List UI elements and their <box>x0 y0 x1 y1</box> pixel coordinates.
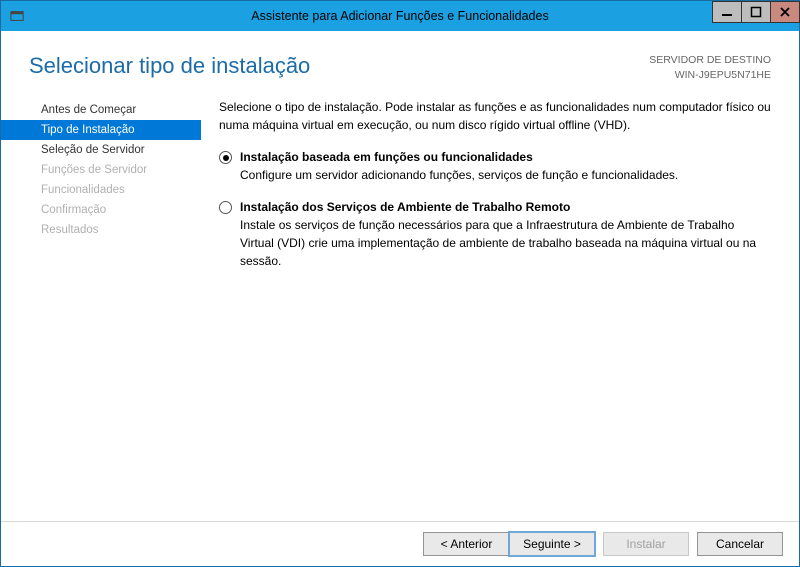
sidebar-item-confirmation: Confirmação <box>1 200 201 220</box>
next-button[interactable]: Seguinte > <box>509 532 595 556</box>
nav-button-group: < Anterior Seguinte > <box>423 532 595 556</box>
radio-role-based[interactable] <box>219 151 232 164</box>
sidebar-item-label: Antes de Começar <box>41 104 136 116</box>
close-button[interactable] <box>770 1 800 23</box>
destination-label: SERVIDOR DE DESTINO <box>649 53 771 68</box>
header-region: Selecionar tipo de instalação SERVIDOR D… <box>1 31 799 94</box>
sidebar-item-results: Resultados <box>1 220 201 240</box>
main-pane: Selecione o tipo de instalação. Pode ins… <box>201 94 789 521</box>
option-desc: Instale os serviços de função necessário… <box>240 216 771 270</box>
destination-value: WIN-J9EPU5N71HE <box>649 68 771 83</box>
wizard-sidebar: Antes de Começar Tipo de Instalação Sele… <box>1 94 201 521</box>
option-title: Instalação baseada em funções ou funcion… <box>240 148 771 166</box>
option-title: Instalação dos Serviços de Ambiente de T… <box>240 198 771 216</box>
option-role-based[interactable]: Instalação baseada em funções ou funcion… <box>219 148 771 184</box>
sidebar-item-label: Confirmação <box>41 204 106 216</box>
window-body: Selecionar tipo de instalação SERVIDOR D… <box>1 31 799 566</box>
sidebar-item-label: Funcionalidades <box>41 184 125 196</box>
app-icon <box>9 8 25 24</box>
option-body: Instalação dos Serviços de Ambiente de T… <box>240 198 771 270</box>
sidebar-item-before-begin[interactable]: Antes de Começar <box>1 100 201 120</box>
sidebar-item-label: Seleção de Servidor <box>41 144 145 156</box>
radio-rds[interactable] <box>219 201 232 214</box>
option-body: Instalação baseada em funções ou funcion… <box>240 148 771 184</box>
content-region: Antes de Começar Tipo de Instalação Sele… <box>1 94 799 521</box>
titlebar: Assistente para Adicionar Funções e Func… <box>1 1 799 31</box>
destination-block: SERVIDOR DE DESTINO WIN-J9EPU5N71HE <box>649 53 771 82</box>
cancel-button[interactable]: Cancelar <box>697 532 783 556</box>
sidebar-item-features: Funcionalidades <box>1 180 201 200</box>
window-controls <box>712 1 799 31</box>
window-title: Assistente para Adicionar Funções e Func… <box>1 9 799 23</box>
intro-text: Selecione o tipo de instalação. Pode ins… <box>219 98 771 134</box>
sidebar-item-label: Tipo de Instalação <box>41 124 135 136</box>
wizard-footer: < Anterior Seguinte > Instalar Cancelar <box>1 521 799 566</box>
previous-button[interactable]: < Anterior <box>423 532 509 556</box>
sidebar-item-label: Funções de Servidor <box>41 164 147 176</box>
option-desc: Configure um servidor adicionando funçõe… <box>240 166 771 184</box>
sidebar-item-install-type[interactable]: Tipo de Instalação <box>1 120 201 140</box>
install-button: Instalar <box>603 532 689 556</box>
maximize-button[interactable] <box>741 1 771 23</box>
sidebar-item-server-select[interactable]: Seleção de Servidor <box>1 140 201 160</box>
sidebar-item-server-roles: Funções de Servidor <box>1 160 201 180</box>
minimize-button[interactable] <box>712 1 742 23</box>
page-title: Selecionar tipo de instalação <box>29 53 310 79</box>
option-rds[interactable]: Instalação dos Serviços de Ambiente de T… <box>219 198 771 270</box>
sidebar-item-label: Resultados <box>41 224 99 236</box>
